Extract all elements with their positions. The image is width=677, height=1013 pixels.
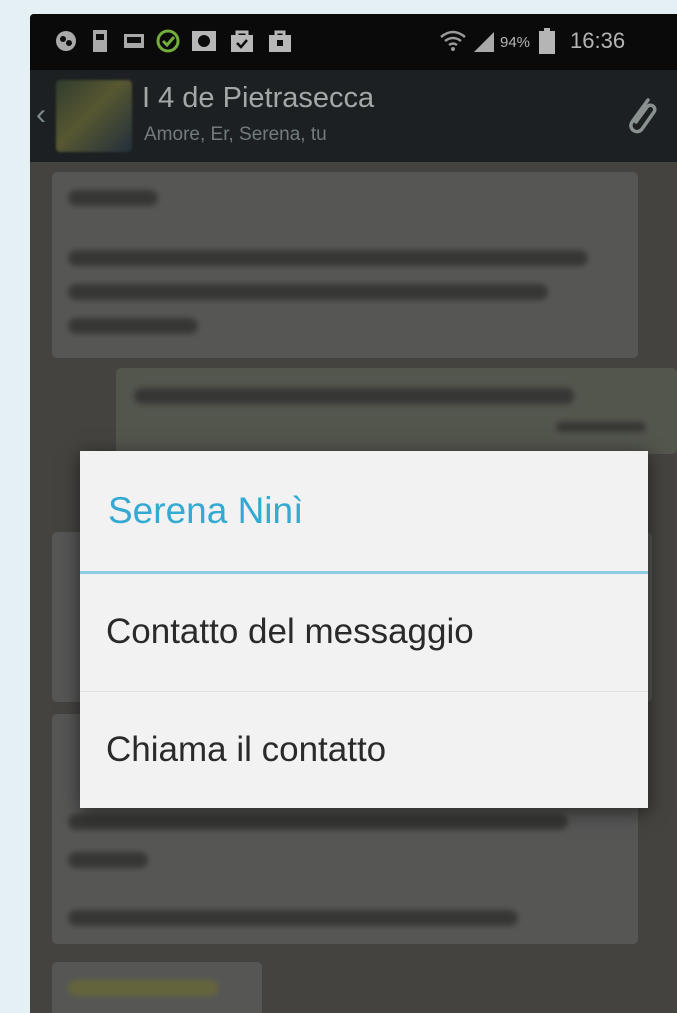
phone-screen: 94% 16:36 ‹ I 4 de Pietrasecca Amore, Er… <box>30 14 677 1013</box>
call-contact-option[interactable]: Chiama il contatto <box>80 692 648 808</box>
contact-dialog: Serena Ninì Contatto del messaggio Chiam… <box>80 451 648 808</box>
dialog-title: Serena Ninì <box>108 490 304 531</box>
message-contact-option[interactable]: Contatto del messaggio <box>80 574 648 690</box>
